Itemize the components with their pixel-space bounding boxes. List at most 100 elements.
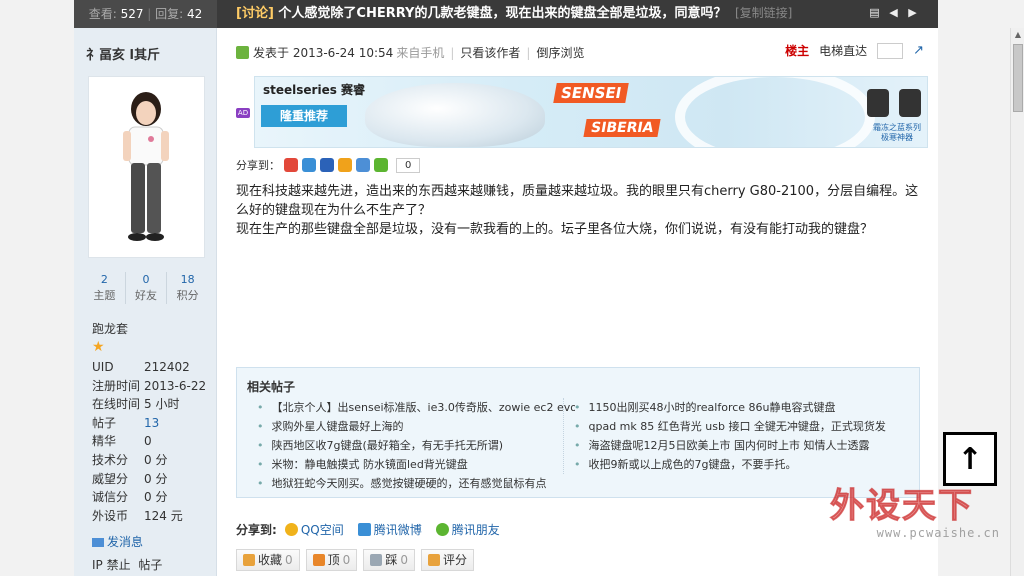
views-count: 527 xyxy=(120,7,144,21)
qq-icon[interactable] xyxy=(356,158,370,172)
info-value: 5 小时 xyxy=(144,397,180,412)
share-pengyou[interactable]: 腾讯朋友 xyxy=(435,521,500,538)
scroll-up-icon[interactable]: ▲ xyxy=(1011,28,1024,42)
send-message-link[interactable]: 发消息 xyxy=(92,533,143,550)
clover-icon xyxy=(435,523,449,536)
qzone-icon[interactable] xyxy=(338,158,352,172)
online-status-icon xyxy=(236,46,249,59)
renren-icon[interactable] xyxy=(320,158,334,172)
more-share-icon[interactable] xyxy=(374,158,388,172)
envelope-icon xyxy=(92,538,104,547)
ad-badge: AD xyxy=(236,108,250,118)
weibo-icon[interactable] xyxy=(284,158,298,172)
favorite-button[interactable]: 收藏 0 xyxy=(236,549,300,571)
moderation-links: IP 禁止 帖子 xyxy=(92,556,162,573)
headset-box-image xyxy=(867,89,889,117)
thread-title-text: 个人感觉除了CHERRY的几款老键盘，现在出来的键盘全部是垃圾，同意吗？ xyxy=(278,6,727,21)
share-qzone[interactable]: QQ空间 xyxy=(284,521,344,538)
floor-jump-input[interactable] xyxy=(877,42,904,59)
info-row: UID 212402 xyxy=(92,358,212,377)
related-link[interactable]: 【北京个人】出sensei标准版、ie3.0传奇版、zowie ec2 evo xyxy=(257,398,576,417)
info-value: 0 分 xyxy=(144,452,168,467)
replies-label: 回复: xyxy=(155,7,184,21)
info-key: 帖子 xyxy=(92,415,117,430)
thumb-up-icon xyxy=(312,554,325,566)
ad-swirl xyxy=(675,77,875,147)
avatar-figure xyxy=(123,92,169,241)
info-key: 外设币 xyxy=(92,508,129,523)
elevator-label: 电梯直达 xyxy=(819,44,868,58)
info-key: 诚信分 xyxy=(92,490,129,505)
related-link[interactable]: 求购外星人键盘最好上海的 xyxy=(257,417,575,436)
only-author-link[interactable]: 只看该作者 xyxy=(460,44,520,61)
back-to-top-button[interactable]: ↑ xyxy=(943,432,997,486)
scrollbar-thumb[interactable] xyxy=(1013,44,1023,112)
upvote-button[interactable]: 顶0 xyxy=(305,549,358,571)
thumb-down-icon xyxy=(370,554,383,566)
thread-header-bar: 查看: 527 | 回复: 42 [讨论] 个人感觉除了CHERRY的几款老键盘… xyxy=(74,0,938,28)
separator: | xyxy=(526,45,531,60)
info-value: 124 元 xyxy=(144,508,183,523)
info-row: 外设币 124 元 xyxy=(92,507,212,526)
downvote-button[interactable]: 踩0 xyxy=(363,549,415,571)
info-row: 帖子 13 xyxy=(92,414,212,433)
downvote-count: 0 xyxy=(400,553,408,567)
thread-tag[interactable]: [讨论] xyxy=(236,6,274,21)
ad-caption: 霜冻之蓝系列 极寒神器 xyxy=(873,123,921,143)
share-bar: 分享到： 0 xyxy=(236,157,421,173)
thread-title: [讨论] 个人感觉除了CHERRY的几款老键盘，现在出来的键盘全部是垃圾，同意吗… xyxy=(236,0,792,27)
related-link[interactable]: 陕西地区收7g键盘(最好箱全，有无手托无所谓) xyxy=(257,436,575,455)
ad-siberia: SIBERIA xyxy=(583,119,661,137)
info-key: 在线时间 xyxy=(92,397,141,412)
info-value: 0 分 xyxy=(144,471,168,486)
related-link[interactable]: 米物：静电触摸式 防水镜面led背光键盘 xyxy=(257,455,575,474)
scrollbar[interactable]: ▲ xyxy=(1010,28,1024,576)
related-link[interactable]: 地狱狂蛇今天刚买。感觉按键硬硬的，还有感觉鼠标有点 xyxy=(257,474,575,493)
info-key: 注册时间 xyxy=(92,378,141,393)
share-tencent-weibo[interactable]: 腾讯微博 xyxy=(357,521,422,538)
ip-ban-link[interactable]: IP 禁止 xyxy=(92,558,131,572)
rate-button[interactable]: 评分 xyxy=(420,549,474,571)
post-date: 发表于 2013-6-24 10:54 xyxy=(253,46,394,60)
ad-caption-line: 极寒神器 xyxy=(881,133,913,142)
share-pengyou-label: 腾讯朋友 xyxy=(451,523,500,537)
headset-box-image xyxy=(899,89,921,117)
user-posts-link[interactable]: 帖子 xyxy=(138,558,162,572)
stat-label: 积分 xyxy=(176,289,199,302)
author-info: UID 212402 注册时间 2013-6-22 在线时间 5 小时 帖子 13 精华… xyxy=(92,358,212,525)
favorite-label: 收藏 xyxy=(258,553,283,567)
related-link[interactable]: 收把9新或以上成色的7g键盘，不要手托。 xyxy=(574,455,913,474)
info-key: 技术分 xyxy=(92,452,129,467)
stat-points[interactable]: 18 积分 xyxy=(167,272,208,304)
next-thread-icon[interactable]: ▶ xyxy=(907,7,918,18)
stat-number: 2 xyxy=(100,273,108,286)
qzone-icon xyxy=(284,523,298,536)
rate-label: 评分 xyxy=(442,553,467,567)
post-panel: 礻畐亥 l其斤 2 主题 0 好友 18 积分 跑龙套 ★ UID 212402… xyxy=(74,28,938,576)
stat-friends[interactable]: 0 好友 xyxy=(126,272,168,304)
related-link[interactable]: 海盗键盘呢12月5日欧美上市 国内何时上市 知情人士透露 xyxy=(574,436,913,455)
stat-topics[interactable]: 2 主题 xyxy=(84,272,126,304)
thread-stats: 查看: 527 | 回复: 42 xyxy=(74,0,217,28)
info-value: 0 xyxy=(144,434,152,449)
reverse-order-link[interactable]: 倒序浏览 xyxy=(536,44,584,61)
print-icon[interactable]: ▤ xyxy=(869,7,880,18)
copy-link-button[interactable]: [复制链接] xyxy=(735,6,792,20)
author-name[interactable]: 礻畐亥 l其斤 xyxy=(86,44,160,63)
ad-recommend: 隆重推荐 xyxy=(261,105,347,127)
post-paragraph: 现在科技越来越先进，造出来的东西越来越赚钱，质量越来越垃圾。我的眼里只有cher… xyxy=(236,184,919,218)
tencent-weibo-icon[interactable] xyxy=(302,158,316,172)
related-link[interactable]: qpad mk 85 红色背光 usb 接口 全键无冲键盘，正式现货发 xyxy=(574,417,913,436)
related-link[interactable]: 1150出刚买48小时的realforce 86u静电容式键盘 xyxy=(574,398,913,417)
share-to-label: 分享到: xyxy=(236,523,277,537)
downvote-label: 踩 xyxy=(385,553,398,567)
user-rank[interactable]: 跑龙套 xyxy=(92,320,128,337)
upvote-count: 0 xyxy=(342,553,351,567)
steelseries-ad-banner[interactable]: steelseries 赛睿 隆重推荐 SENSEI SIBERIA 霜冻之蓝系… xyxy=(254,76,928,148)
author-stats: 2 主题 0 好友 18 积分 xyxy=(84,272,208,304)
prev-thread-icon[interactable]: ◀ xyxy=(888,7,899,18)
avatar[interactable] xyxy=(88,76,205,258)
info-value-posts-link[interactable]: 13 xyxy=(144,414,159,433)
go-arrow-icon[interactable]: ↗ xyxy=(913,43,924,58)
watermark-url: www.pcwaishe.cn xyxy=(876,526,1000,540)
